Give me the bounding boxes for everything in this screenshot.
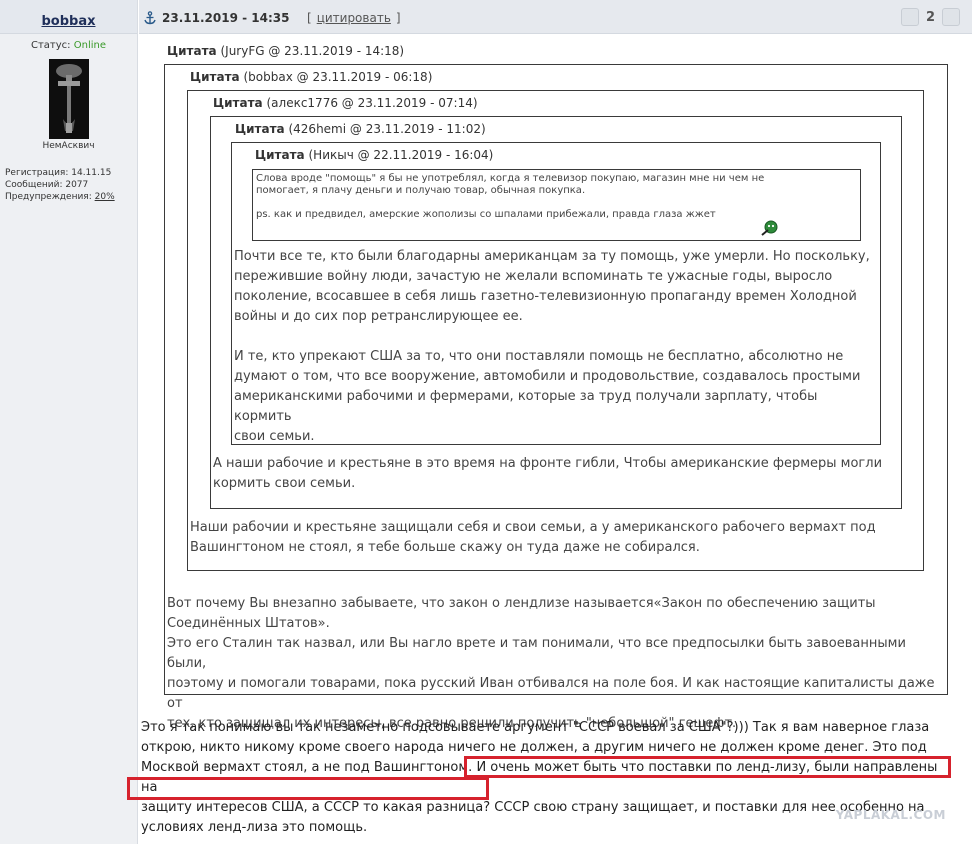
highlight-box <box>464 756 951 778</box>
post-rating: 2 <box>897 8 964 26</box>
quote-3-header: Цитата (алекс1776 @ 23.11.2019 - 07:14) <box>213 96 478 110</box>
avatar-caption: НемАсквич <box>42 141 95 151</box>
quote-4-line: думают о том, что все вооружение, автомо… <box>234 369 861 384</box>
quote-2: Цитата (алекс1776 @ 23.11.2019 - 07:14) … <box>187 90 924 571</box>
smiley-icon <box>761 220 778 236</box>
quote-5-line: Слова вроде "помощь" я бы не употреблял,… <box>256 173 765 184</box>
status-label: Статус: <box>31 40 71 51</box>
quote-4-line: И те, кто упрекают США за то, что они по… <box>234 349 844 364</box>
quote-5-line: помогает, я плачу деньги и получаю товар… <box>256 185 586 196</box>
highlighted-fragment: защиту интересов США, а СССР то какая ра… <box>141 800 491 815</box>
bracket-open: [ <box>307 11 312 25</box>
avatar[interactable] <box>48 59 89 139</box>
quote-3-label: Цитата <box>213 96 263 110</box>
quote-4-meta: (426hemi @ 23.11.2019 - 11:02) <box>288 122 486 136</box>
quote-4-text: Почти все те, кто были благодарны америк… <box>234 247 879 447</box>
quote-2-line: Наши рабочии и крестьяне защищали себя и… <box>190 520 876 535</box>
quote-4-line: американскими рабочими и фермерами, кото… <box>234 389 818 424</box>
quote-2-header: Цитата (bobbax @ 23.11.2019 - 06:18) <box>190 70 432 84</box>
quote-1-line: Вот почему Вы внезапно забываете, что за… <box>167 596 876 611</box>
message-count: Сообщений: 2077 <box>5 180 89 190</box>
rate-up-button[interactable] <box>942 8 960 26</box>
quote-4-line: поколение, всосавшее в себя лишь газетно… <box>234 289 857 304</box>
warnings-value[interactable]: 20% <box>95 192 115 202</box>
registration-date: Регистрация: 14.11.15 <box>5 168 112 178</box>
user-sidebar: bobbax Статус: Online НемАсквич Регистра… <box>0 0 138 844</box>
quote-1: Цитата (bobbax @ 23.11.2019 - 06:18) Цит… <box>164 64 948 731</box>
quote-1-text: Вот почему Вы внезапно забываете, что за… <box>167 594 949 734</box>
quote-3-line: А наши рабочие и крестьяне в это время н… <box>213 456 883 471</box>
highlight-box <box>127 777 489 800</box>
quote-4-line: пережившие войну люди, зачастую не желал… <box>234 269 833 284</box>
warnings-label: Предупреждения: <box>5 192 92 202</box>
quote-2-line: Вашингтоном не стоял, я тебе больше скаж… <box>190 540 700 555</box>
quote-3-text: А наши рабочие и крестьяне в это время н… <box>213 454 899 494</box>
quote-4-label: Цитата <box>235 122 285 136</box>
bracket-close: ] <box>395 11 401 25</box>
quote-5-header: Цитата (Никыч @ 22.11.2019 - 16:04) <box>255 148 493 162</box>
username-link[interactable]: bobbax <box>41 14 95 29</box>
quote-1-label: Цитата <box>167 44 217 58</box>
quote-4-line: войны и до сих пор ретранслирующее ее. <box>234 309 523 324</box>
quote-1-line: Соединённых Штатов». <box>167 616 330 631</box>
quote-5-text: Слова вроде "помощь" я бы не употреблял,… <box>256 173 856 221</box>
quote-5-meta: (Никыч @ 22.11.2019 - 16:04) <box>308 148 494 162</box>
post-body: Цитата (JuryFG @ 23.11.2019 - 14:18) Цит… <box>127 35 972 844</box>
quote-2-meta: (bobbax @ 23.11.2019 - 06:18) <box>243 70 433 84</box>
post-line: открою, никто никому кроме своего народа… <box>141 740 927 755</box>
anchor-icon[interactable] <box>143 11 157 25</box>
quote-5-label: Цитата <box>255 148 305 162</box>
post-line: защиту интересов США, а СССР то какая ра… <box>141 798 956 818</box>
quote-3: Цитата (426hemi @ 23.11.2019 - 11:02) Ци… <box>210 116 902 509</box>
rate-down-button[interactable] <box>900 8 919 26</box>
quote-3-meta: (алекс1776 @ 23.11.2019 - 07:14) <box>266 96 478 110</box>
rating-count: 2 <box>925 9 935 25</box>
quote-3-line: кормить свои семьи. <box>213 476 356 491</box>
quote-1-line: Это его Сталин так назвал, или Вы нагло … <box>167 636 906 671</box>
quote-1-line: поэтому и помогали товарами, пока русски… <box>167 676 935 711</box>
watermark: YAPLAKAL.COM <box>835 808 946 822</box>
quote-4-header: Цитата (426hemi @ 23.11.2019 - 11:02) <box>235 122 486 136</box>
quote-1-header: Цитата (JuryFG @ 23.11.2019 - 14:18) <box>167 44 404 58</box>
post-header: 23.11.2019 - 14:35 [ цитировать] 2 <box>139 0 972 34</box>
quote-4-line: Почти все те, кто были благодарны америк… <box>234 249 870 264</box>
status-online: Online <box>73 40 106 51</box>
quote-4: Цитата (Никыч @ 22.11.2019 - 16:04) Слов… <box>231 142 881 445</box>
quote-link[interactable]: цитировать <box>317 11 391 25</box>
post-date: 23.11.2019 - 14:35 <box>162 11 290 25</box>
quote-action: [ цитировать] <box>307 11 401 25</box>
quote-1-meta: (JuryFG @ 23.11.2019 - 14:18) <box>220 44 405 58</box>
post-fragment: Москвой вермахт стоял, а не под Вашингто… <box>141 760 473 775</box>
user-stats: Регистрация: 14.11.15 Сообщений: 2077 Пр… <box>0 167 137 203</box>
post-line: Это я так понимаю вы так незаметно подсо… <box>141 720 930 735</box>
quote-5: Слова вроде "помощь" я бы не употреблял,… <box>252 169 861 241</box>
warnings: Предупреждения: 20% <box>5 191 137 203</box>
quote-4-line: свои семьи. <box>234 429 315 444</box>
quote-2-text: Наши рабочии и крестьяне защищали себя и… <box>190 518 923 558</box>
post-line: условиях ленд-лиза это помощь. <box>141 820 368 835</box>
user-status: Статус: Online <box>0 40 137 51</box>
username-row: bobbax <box>0 0 137 34</box>
quote-2-label: Цитата <box>190 70 240 84</box>
